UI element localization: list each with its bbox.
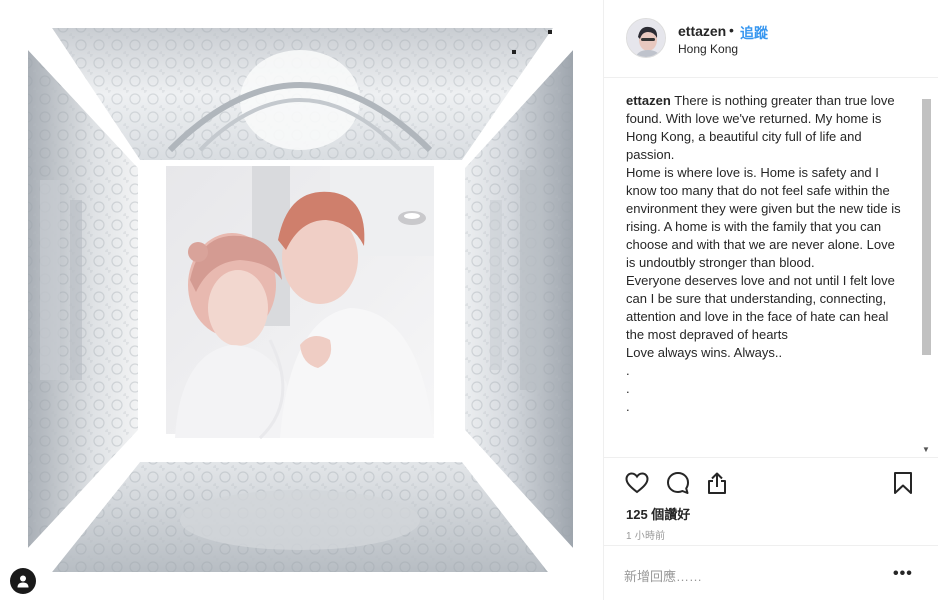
heart-icon bbox=[625, 472, 649, 494]
post-photo-collage bbox=[28, 28, 578, 572]
post-caption: ettazen There is nothing greater than tr… bbox=[626, 92, 906, 416]
share-upload-icon bbox=[708, 472, 726, 494]
share-button[interactable] bbox=[703, 469, 731, 497]
caption-line: . bbox=[626, 363, 630, 378]
user-tag-button[interactable] bbox=[10, 568, 36, 594]
post-timestamp[interactable]: 1 小時前 bbox=[626, 527, 665, 542]
more-options-button[interactable]: ••• bbox=[893, 566, 913, 582]
username-link[interactable]: ettazen bbox=[678, 23, 726, 39]
comment-button[interactable] bbox=[664, 469, 692, 497]
caption-line: ettazen There is nothing greater than tr… bbox=[626, 92, 906, 164]
comments-section: ettazen There is nothing greater than tr… bbox=[604, 79, 938, 457]
user-tag-icon bbox=[17, 575, 29, 588]
separator-dot: • bbox=[729, 22, 734, 38]
comment-input[interactable] bbox=[624, 566, 874, 586]
like-count[interactable]: 125 個讚好 bbox=[626, 504, 690, 523]
save-button[interactable] bbox=[889, 469, 917, 497]
scrollbar-thumb[interactable] bbox=[922, 99, 931, 355]
avatar[interactable] bbox=[626, 18, 666, 58]
post-header: ettazen • 追蹤 Hong Kong bbox=[604, 0, 938, 78]
caption-line: Love always wins. Always.. bbox=[626, 345, 783, 360]
location-link[interactable]: Hong Kong bbox=[678, 42, 738, 56]
post-actions: 125 個讚好 1 小時前 bbox=[604, 457, 938, 545]
caption-line: . bbox=[626, 381, 630, 396]
add-comment-bar: ••• bbox=[604, 545, 938, 600]
comment-bubble-icon bbox=[667, 472, 689, 494]
caption-line: . bbox=[626, 399, 630, 414]
post-details-panel: ettazen • 追蹤 Hong Kong ettazen There is … bbox=[603, 0, 938, 600]
follow-button[interactable]: 追蹤 bbox=[740, 23, 768, 43]
caption-username[interactable]: ettazen bbox=[626, 93, 671, 108]
caption-line: Everyone deserves love and not until I f… bbox=[626, 273, 895, 342]
comments-scrollbar[interactable]: ▼ bbox=[922, 79, 932, 455]
caption-line: Home is where love is. Home is safety an… bbox=[626, 165, 901, 270]
bookmark-icon bbox=[894, 472, 912, 494]
like-button[interactable] bbox=[623, 469, 651, 497]
scroll-down-arrow-icon[interactable]: ▼ bbox=[922, 445, 930, 454]
post-image[interactable] bbox=[0, 0, 602, 600]
avatar-image bbox=[627, 19, 665, 57]
